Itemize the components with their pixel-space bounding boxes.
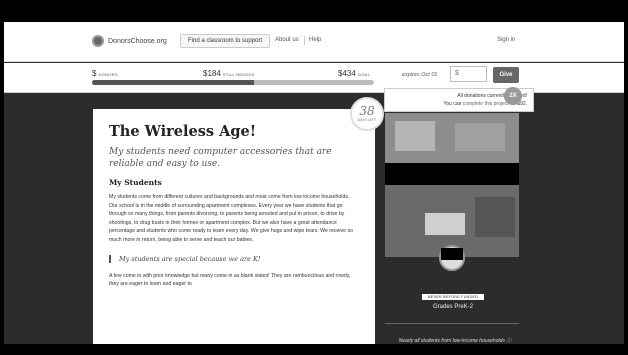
section-heading: My Students (109, 178, 162, 187)
goal-stat: $434 GOAL (338, 69, 371, 78)
days-left-badge: 38 DAYS LEFT (350, 97, 384, 131)
redaction-block (385, 163, 519, 185)
project-card: The Wireless Age! My students need compu… (93, 109, 375, 344)
grade-level: Grades PreK-2 (432, 304, 474, 310)
never-funded-flag: NEVER BEFORE FUNDED (422, 294, 484, 300)
top-navigation: DonorsChoose.org Find a classroom to sup… (4, 22, 624, 62)
find-classroom-button[interactable]: Find a classroom to support (180, 34, 271, 48)
days-left-label: DAYS LEFT (357, 118, 377, 122)
low-income-note: Nearly all students from low-income hous… (398, 338, 512, 344)
pull-quote: My students are special because we are K… (109, 254, 359, 263)
double-match-badge: 2X (504, 87, 522, 105)
funding-progress-bar (92, 80, 374, 85)
classroom-photo (385, 113, 519, 257)
sign-in-link[interactable]: Sign in (497, 37, 515, 43)
info-icon[interactable]: ⓘ (506, 338, 511, 344)
donation-amount-input[interactable]: $ (450, 66, 487, 82)
give-button[interactable]: Give (493, 67, 519, 83)
still-needed-stat: $184 STILL NEEDED (203, 69, 255, 78)
nav-separator (304, 36, 305, 45)
sidebar-divider (385, 323, 519, 324)
project-title: The Wireless Age! (109, 123, 257, 140)
redaction-block (441, 248, 463, 260)
donors-stat: $ DONORS (92, 69, 118, 78)
about-link[interactable]: About us (275, 37, 299, 43)
expires-text: expires Oct 01 (402, 72, 438, 78)
logo-icon (92, 35, 104, 47)
logo-text: DonorsChoose.org (108, 37, 167, 45)
students-paragraph: My students come from different cultures… (109, 194, 353, 243)
students-paragraph-2: A few come in with prior knowledge but m… (109, 272, 351, 288)
page-frame: DonorsChoose.org Find a classroom to sup… (4, 22, 624, 344)
project-subtitle: My students need computer accessories th… (109, 147, 332, 169)
days-left-number: 38 (359, 104, 375, 118)
help-link[interactable]: Help (309, 37, 321, 43)
site-logo[interactable]: DonorsChoose.org (92, 35, 167, 47)
funding-progress-fill (92, 80, 255, 85)
